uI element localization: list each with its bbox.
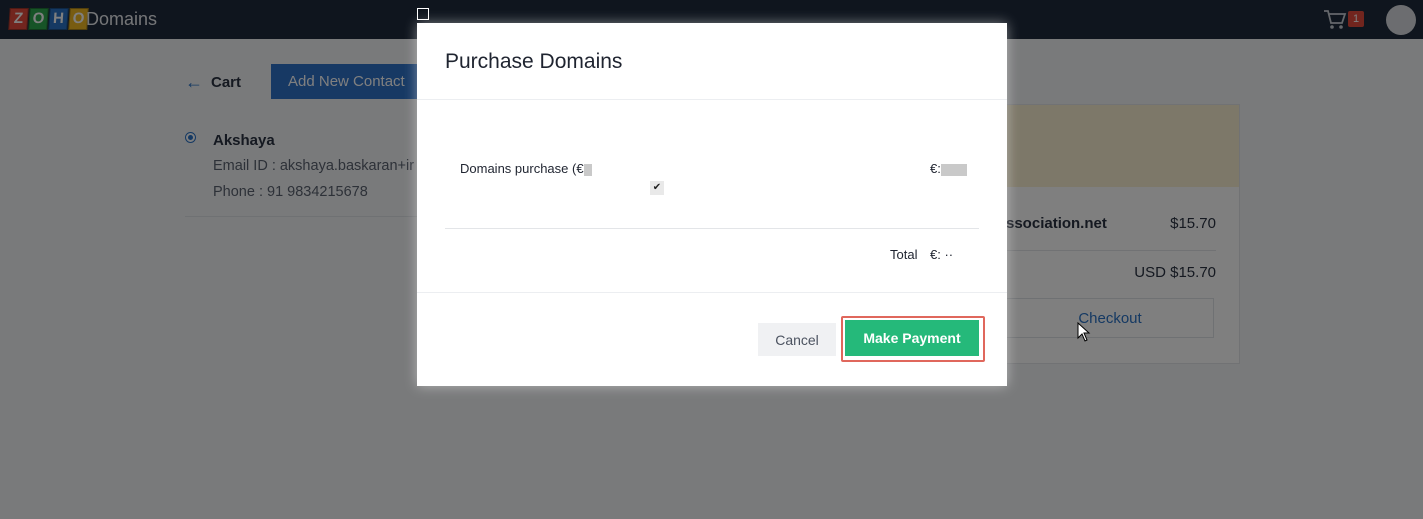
cancel-button[interactable]: Cancel [758,323,836,356]
mouse-cursor-icon [1077,322,1091,342]
check-icon: ✔ [650,181,664,195]
redacted-block [940,163,967,176]
line-item-amount: €: [930,161,967,176]
dialog-title: Purchase Domains [445,50,623,73]
make-payment-button[interactable]: Make Payment [845,320,979,356]
line-item-label: Domains purchase (€ [460,161,592,176]
purchase-domains-dialog: Purchase Domains Domains purchase (€ ✔ €… [417,23,1007,386]
total-value: €: ·· [930,247,954,262]
divider [417,292,1007,293]
divider [445,228,979,229]
total-label: Total [890,247,918,262]
checkbox-outline[interactable] [417,8,429,20]
redacted-block [583,163,592,176]
line-item-amount-text: €: [930,161,941,176]
line-item-text: Domains purchase (€ [460,161,584,176]
divider [417,99,1007,100]
